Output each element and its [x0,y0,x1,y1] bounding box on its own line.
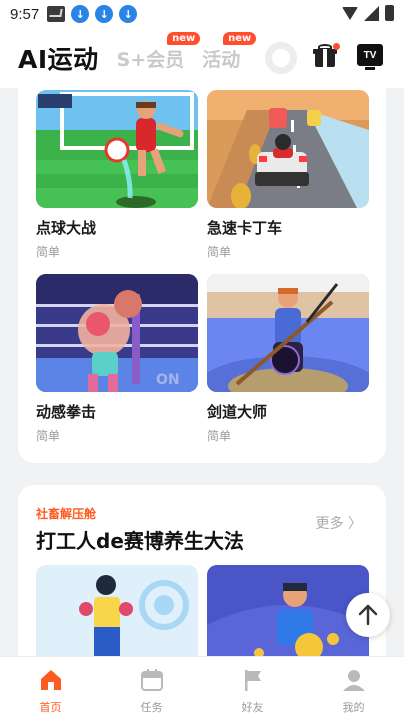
tab-activity-label: 活动 [202,48,241,71]
game-card-kart[interactable]: 急速卡丁车 简单 [207,90,369,260]
battery-icon [385,5,394,21]
flag-icon [244,670,261,691]
svg-text:ON: ON [156,372,180,388]
game-level: 简单 [36,245,61,259]
gift-icon[interactable] [313,43,340,68]
section-card: 社畜解压舱 打工人de赛博养生大法 更多 〉 [18,485,386,656]
system-icons [342,5,394,21]
app-title[interactable]: AI运动 [18,40,99,76]
nav-label: 首页 [39,701,62,714]
tv-icon[interactable]: TV [357,44,383,70]
new-badge: new [167,31,201,45]
game-name: 急速卡丁车 [207,219,283,237]
notification-icons: ↓ ↓ ↓ [47,5,138,23]
tab-activity[interactable]: 活动 new [202,31,257,72]
download-icon: ↓ [95,5,114,23]
image-notification-icon [47,6,66,22]
game-name: 动感拳击 [36,403,97,421]
notification-dot [333,43,340,50]
game-thumbnail[interactable] [207,90,369,208]
status-bar: 9:57 ↓ ↓ ↓ [0,0,404,28]
bottom-nav: 首页 任务 好友 我的 [0,656,404,720]
user-icon [342,670,365,691]
calendar-icon [140,669,163,691]
status-time: 9:57 [10,5,40,23]
game-card-penalty[interactable]: 点球大战 简单 [36,90,198,260]
games-card: 点球大战 简单 急速卡丁车 简单 ON 动感拳击 简单 剑道大师 简单 [18,88,386,463]
tab-vip[interactable]: S+会员 new [116,31,201,72]
game-level: 简单 [207,245,232,259]
nav-friends[interactable]: 好友 [202,657,303,720]
nav-label: 好友 [241,701,264,714]
game-thumbnail[interactable]: ON [36,274,198,392]
game-name: 点球大战 [36,219,97,237]
nav-label: 任务 [140,701,163,714]
tab-vip-label: S+会员 [116,48,185,71]
more-link[interactable]: 更多 〉 [316,513,362,533]
game-card-boxing[interactable]: ON 动感拳击 简单 [36,274,198,444]
signal-icon [364,5,379,21]
download-icon: ↓ [119,5,138,23]
game-thumbnail[interactable] [207,274,369,392]
app-header: AI运动 S+会员 new 活动 new TV [0,28,404,88]
arrow-up-icon [358,604,378,626]
game-card-kendo[interactable]: 剑道大师 简单 [207,274,369,444]
new-badge: new [223,31,257,45]
nav-label: 我的 [342,701,365,714]
nav-home[interactable]: 首页 [0,657,101,720]
nav-tasks[interactable]: 任务 [101,657,202,720]
game-name: 剑道大师 [207,403,268,421]
section-title: 打工人de赛博养生大法 [36,529,244,553]
nav-me[interactable]: 我的 [303,657,404,720]
record-button[interactable] [265,42,297,74]
game-level: 简单 [207,429,232,443]
game-level: 简单 [36,429,61,443]
download-icon: ↓ [71,5,90,23]
main-scroll[interactable]: 点球大战 简单 急速卡丁车 简单 ON 动感拳击 简单 剑道大师 简单 社畜解压… [0,88,404,656]
game-thumbnail[interactable] [36,90,198,208]
home-icon [40,670,61,690]
wifi-icon [342,6,358,20]
section-item-thumbnail[interactable] [36,565,198,656]
section-tag: 社畜解压舱 [36,507,97,521]
section-item-thumbnail[interactable] [207,565,369,656]
scroll-to-top-button[interactable] [346,593,390,637]
